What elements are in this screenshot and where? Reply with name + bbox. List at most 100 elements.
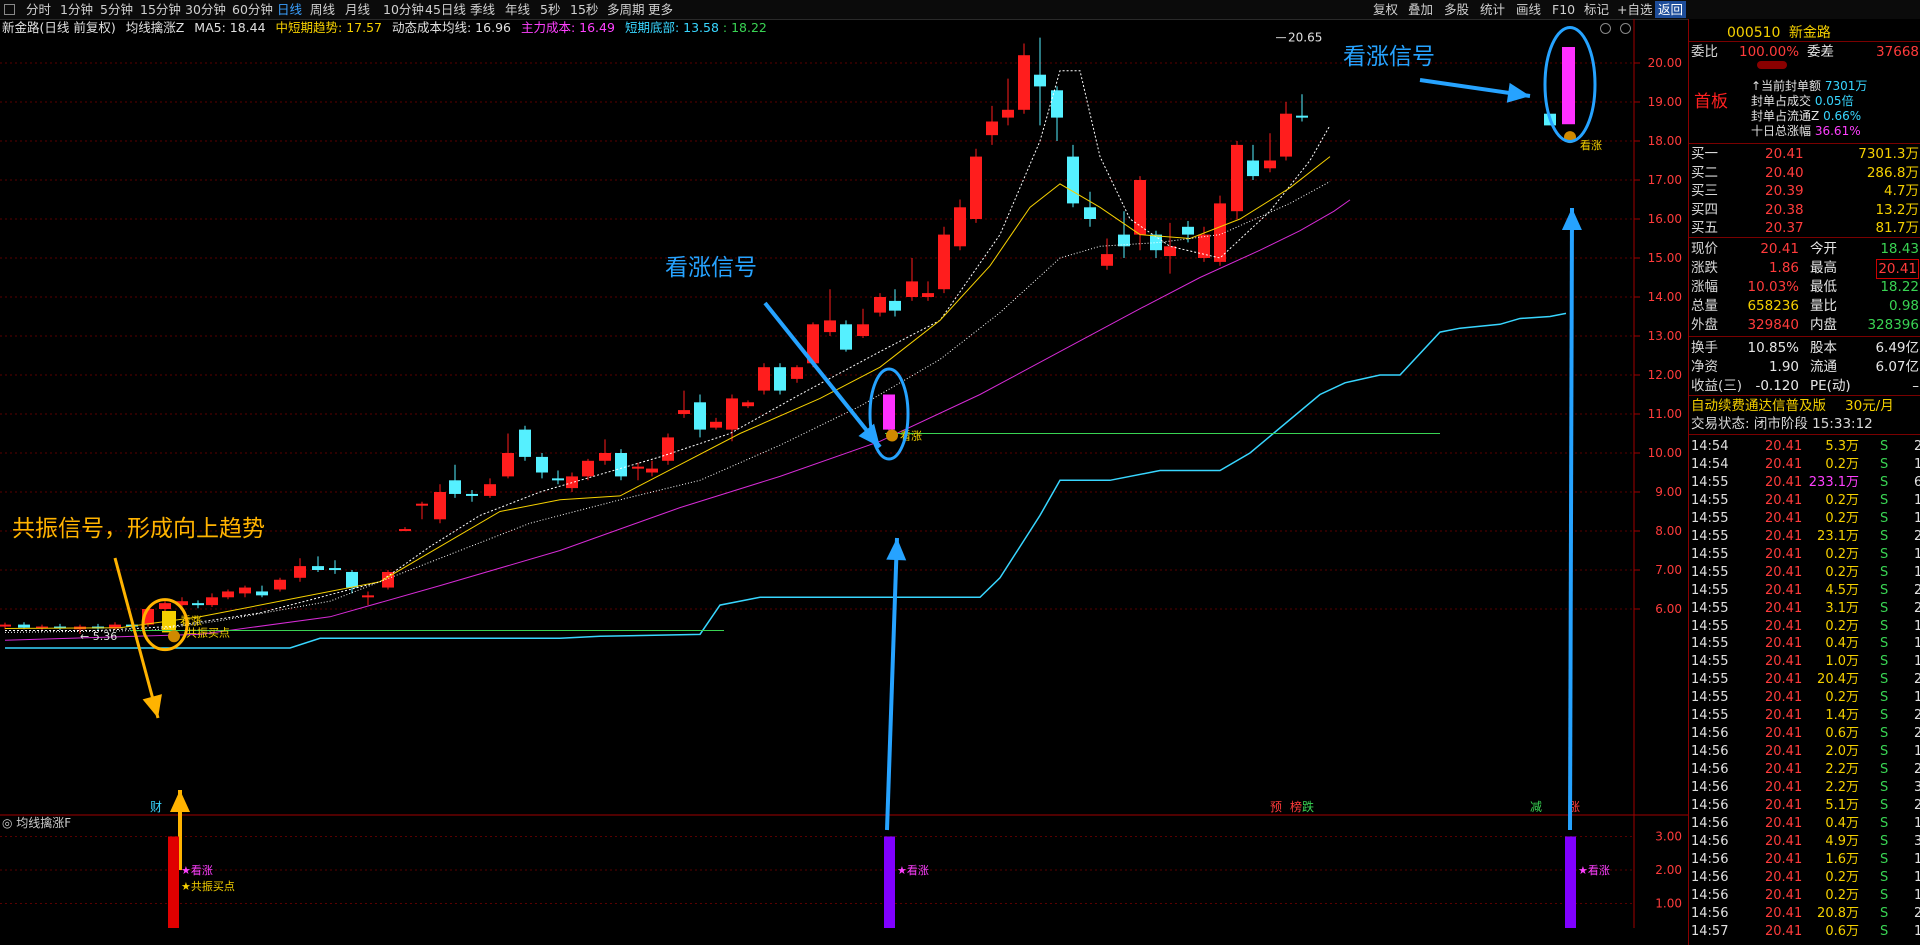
candle-body xyxy=(466,493,478,496)
tick-row: 14:55 20.41 0.2万 S 1 xyxy=(1691,564,1920,580)
subchart-label: ◎ 均线擒涨F xyxy=(2,815,71,830)
candle-body xyxy=(970,156,982,219)
toolbar-button[interactable]: 多股 xyxy=(1444,1,1469,18)
ma5-line xyxy=(5,70,1331,631)
ad-price[interactable]: 30元/月 xyxy=(1845,397,1894,415)
trade-status: 交易状态: 闭市阶段 15:33:12 xyxy=(1691,416,1873,432)
trend-line xyxy=(4,156,1331,629)
bottom-line xyxy=(5,312,1567,649)
menu-icon[interactable] xyxy=(4,4,15,15)
period-tab[interactable]: 1分钟 xyxy=(60,1,93,18)
period-tab[interactable]: 15分钟 xyxy=(140,1,181,18)
annotation-arrow-head xyxy=(170,790,190,812)
price-axis-label: 13.00 xyxy=(1648,329,1682,343)
candle-body xyxy=(0,624,11,627)
stat-row: 外盘 329840 内盘 328396 xyxy=(1691,317,1919,333)
price-axis-label: 18.00 xyxy=(1648,134,1682,148)
tick-row: 14:55 20.41 20.4万 S 2 xyxy=(1691,672,1920,688)
annotation-arrow-head xyxy=(142,694,162,718)
price-axis-label: 9.00 xyxy=(1655,485,1682,499)
candle-body xyxy=(678,410,690,414)
toolbar-button[interactable]: 画线 xyxy=(1516,1,1541,18)
candle-body xyxy=(416,503,428,506)
weicha-label: 委差 xyxy=(1807,44,1834,60)
period-tab[interactable]: 月线 xyxy=(345,1,370,18)
candle-body xyxy=(484,484,496,496)
candle-body xyxy=(18,624,30,628)
tick-row: 14:56 20.41 4.9万 S 3 xyxy=(1691,833,1920,849)
candle-body xyxy=(694,402,706,430)
stock-name: 新金路 xyxy=(1788,25,1831,41)
candle-body xyxy=(449,480,461,494)
weicha-value: 37668 xyxy=(1876,44,1919,60)
price-axis-label: 20.00 xyxy=(1648,56,1682,70)
candle-body xyxy=(256,591,268,596)
tick-row: 14:54 20.41 5.3万 S 2 xyxy=(1691,439,1920,454)
candle-body xyxy=(1280,113,1292,157)
tick-row: 14:56 20.41 0.6万 S 2 xyxy=(1691,726,1920,742)
period-tab[interactable]: 30分钟 xyxy=(185,1,226,18)
period-tab[interactable]: 日线 xyxy=(277,1,302,18)
candle-body xyxy=(1002,109,1014,118)
period-tab[interactable]: 60分钟 xyxy=(232,1,273,18)
tick-row: 14:56 20.41 2.2万 S 3 xyxy=(1691,780,1920,796)
candle-body xyxy=(1034,74,1046,87)
candle-body xyxy=(206,597,218,606)
candle-body xyxy=(434,492,446,520)
candlestick-chart[interactable]: 20.00 19.00 18.00 17.00 16.00 15.00 14.00 13.00… xyxy=(0,19,1688,928)
candle-body xyxy=(954,207,966,247)
tick-row: 14:55 20.41 0.4万 S 1 xyxy=(1691,636,1920,652)
candle-body xyxy=(922,293,934,297)
price-axis-label: 14.00 xyxy=(1648,290,1682,304)
candle-body xyxy=(742,402,754,407)
marker-label: 看涨 xyxy=(1580,138,1602,152)
tick-row: 14:55 20.41 3.1万 S 2 xyxy=(1691,600,1920,616)
price-axis-label: 6.00 xyxy=(1655,602,1682,616)
bid-row[interactable]: 买五 20.37 81.7万 xyxy=(1689,219,1920,237)
candle-body xyxy=(1264,160,1276,169)
signal-candle xyxy=(883,394,895,430)
period-tab[interactable]: 45日线 xyxy=(425,1,466,18)
candle-body xyxy=(791,367,803,379)
marker-coin xyxy=(168,630,180,643)
bid-row[interactable]: 买一 20.41 7301.3万 xyxy=(1689,145,1920,163)
ad-text[interactable]: 自动续费通达信普及版 xyxy=(1691,397,1826,415)
price-axis-label: 12.00 xyxy=(1648,368,1682,382)
period-tab[interactable]: 5秒 xyxy=(540,1,560,18)
period-tab[interactable]: 年线 xyxy=(505,1,530,18)
event-tag: 榜 xyxy=(1290,799,1302,814)
period-tab[interactable]: 更多 xyxy=(648,1,673,18)
toolbar-button[interactable]: 返回 xyxy=(1655,1,1687,18)
candle-body xyxy=(1164,246,1176,257)
toolbar-button[interactable]: 复权 xyxy=(1373,1,1398,18)
event-tag: 减 xyxy=(1530,800,1542,814)
annotation-arrow-head xyxy=(1561,208,1582,231)
toolbar-button[interactable]: 标记 xyxy=(1584,1,1609,18)
toolbar-button[interactable]: F10 xyxy=(1552,1,1575,18)
collapse-icon[interactable] xyxy=(1757,61,1787,69)
candle-body xyxy=(552,478,564,481)
bid-row[interactable]: 买二 20.40 286.8万 xyxy=(1689,164,1920,182)
toolbar-button[interactable]: +自选 xyxy=(1617,1,1652,18)
period-tab[interactable]: 多周期 xyxy=(607,1,645,18)
sub-axis-label: 1.00 xyxy=(1655,897,1682,911)
tick-row: 14:56 20.41 0.2万 S 1 xyxy=(1691,887,1920,903)
signal-bar xyxy=(168,836,179,928)
period-tab[interactable]: 5分钟 xyxy=(100,1,133,18)
period-tab[interactable]: 10分钟 xyxy=(383,1,424,18)
tick-row: 14:56 20.41 2.2万 S 2 xyxy=(1691,762,1920,778)
stat-row: 总量 658236 量比 0.98 xyxy=(1691,298,1919,314)
board-label: 首板 xyxy=(1694,92,1728,112)
period-tab[interactable]: 周线 xyxy=(310,1,335,18)
period-tab[interactable]: 季线 xyxy=(470,1,495,18)
price-axis-label: 7.00 xyxy=(1655,563,1682,577)
toolbar-button[interactable]: 统计 xyxy=(1480,1,1505,18)
toolbar-button[interactable]: 叠加 xyxy=(1408,1,1433,18)
period-tab[interactable]: 15秒 xyxy=(570,1,598,18)
bid-row[interactable]: 买四 20.38 13.2万 xyxy=(1689,201,1920,219)
bid-row[interactable]: 买三 20.39 4.7万 xyxy=(1689,182,1920,200)
tick-row: 14:56 20.41 0.4万 S 1 xyxy=(1691,815,1920,831)
top-toolbar: 分时 1分钟 5分钟 15分钟 30分钟 60分钟 日线 周线 月线 10分钟 45日线 季线 年线 5秒… xyxy=(0,0,1920,20)
period-tab[interactable]: 分时 xyxy=(26,1,51,18)
price-axis-label: 11.00 xyxy=(1648,407,1682,421)
